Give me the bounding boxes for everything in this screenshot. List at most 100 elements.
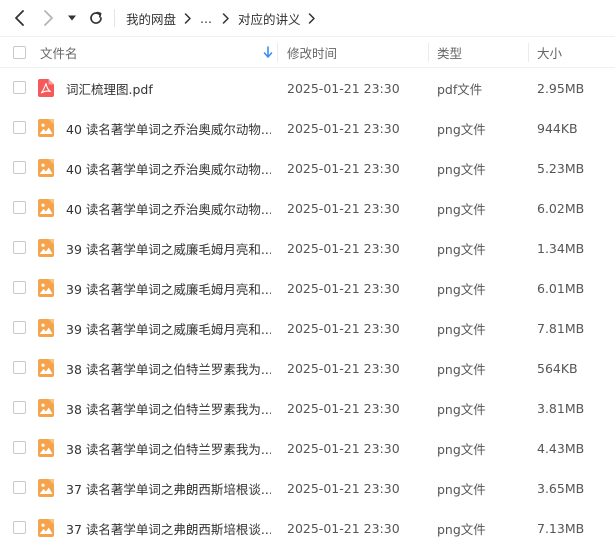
column-divider[interactable] — [428, 43, 429, 62]
row-checkbox[interactable] — [13, 521, 26, 534]
image-file-icon — [38, 319, 54, 337]
file-size: 564KB — [537, 360, 578, 376]
file-size: 1.34MB — [537, 240, 585, 256]
sort-arrow-icon[interactable] — [263, 46, 273, 59]
file-size: 7.81MB — [537, 320, 585, 336]
column-header-type[interactable]: 类型 — [437, 37, 527, 68]
column-header-size[interactable]: 大小 — [537, 37, 607, 68]
file-row[interactable]: 38 读名著学单词之伯特兰罗素我为... 2025-01-21 23:30 pn… — [0, 388, 615, 428]
row-checkbox[interactable] — [13, 161, 26, 174]
file-row[interactable]: 37 读名著学单词之弗朗西斯培根谈... 2025-01-21 23:30 pn… — [0, 508, 615, 546]
row-checkbox[interactable] — [13, 281, 26, 294]
history-dropdown-button[interactable] — [62, 6, 82, 30]
row-checkbox[interactable] — [13, 81, 26, 94]
file-modified-time: 2025-01-21 23:30 — [287, 360, 400, 376]
file-type: png文件 — [437, 481, 486, 497]
file-name[interactable]: 38 读名著学单词之伯特兰罗素我为... — [66, 428, 271, 468]
file-type: png文件 — [437, 121, 486, 137]
chevron-right-icon — [184, 12, 192, 24]
row-checkbox[interactable] — [13, 401, 26, 414]
file-list-header: 文件名 修改时间 类型 大小 — [0, 36, 615, 68]
file-row[interactable]: 37 读名著学单词之弗朗西斯培根谈... 2025-01-21 23:30 pn… — [0, 468, 615, 508]
file-size: 6.01MB — [537, 280, 585, 296]
row-checkbox[interactable] — [13, 321, 26, 334]
file-name[interactable]: 37 读名著学单词之弗朗西斯培根谈... — [66, 508, 271, 546]
file-row[interactable]: 40 读名著学单词之乔治奥威尔动物... 2025-01-21 23:30 pn… — [0, 108, 615, 148]
file-row[interactable]: 39 读名著学单词之威廉毛姆月亮和... 2025-01-21 23:30 pn… — [0, 228, 615, 268]
file-name[interactable]: 39 读名著学单词之威廉毛姆月亮和... — [66, 228, 271, 268]
file-name[interactable]: 38 读名著学单词之伯特兰罗素我为... — [66, 348, 271, 388]
forward-button[interactable] — [36, 6, 60, 30]
file-type: png文件 — [437, 401, 486, 417]
file-name[interactable]: 38 读名著学单词之伯特兰罗素我为... — [66, 388, 271, 428]
file-type: png文件 — [437, 321, 486, 337]
file-type: pdf文件 — [437, 81, 483, 97]
pdf-file-icon — [38, 79, 54, 97]
file-name[interactable]: 词汇梳理图.pdf — [66, 68, 271, 108]
nav-divider — [114, 9, 115, 27]
breadcrumb: 我的网盘 ... 对应的讲义 — [126, 0, 324, 36]
file-size: 4.43MB — [537, 440, 585, 456]
file-modified-time: 2025-01-21 23:30 — [287, 440, 400, 456]
column-header-size-label: 大小 — [537, 46, 563, 61]
image-file-icon — [38, 239, 54, 257]
file-name[interactable]: 40 读名著学单词之乔治奥威尔动物... — [66, 108, 271, 148]
image-file-icon — [38, 119, 54, 137]
file-modified-time: 2025-01-21 23:30 — [287, 80, 400, 96]
file-name[interactable]: 39 读名著学单词之威廉毛姆月亮和... — [66, 308, 271, 348]
image-file-icon — [38, 159, 54, 177]
image-file-icon — [38, 479, 54, 497]
image-file-icon — [38, 279, 54, 297]
column-header-modified[interactable]: 修改时间 — [287, 37, 427, 68]
row-checkbox[interactable] — [13, 481, 26, 494]
row-checkbox[interactable] — [13, 201, 26, 214]
file-name[interactable]: 40 读名著学单词之乔治奥威尔动物... — [66, 148, 271, 188]
file-size: 3.65MB — [537, 480, 585, 496]
row-checkbox[interactable] — [13, 361, 26, 374]
file-modified-time: 2025-01-21 23:30 — [287, 240, 400, 256]
breadcrumb-item-current[interactable]: 对应的讲义 — [238, 9, 301, 28]
image-file-icon — [38, 199, 54, 217]
file-row[interactable]: 39 读名著学单词之威廉毛姆月亮和... 2025-01-21 23:30 pn… — [0, 308, 615, 348]
file-size: 3.81MB — [537, 400, 585, 416]
file-modified-time: 2025-01-21 23:30 — [287, 320, 400, 336]
breadcrumb-item-root[interactable]: 我的网盘 — [126, 9, 176, 28]
file-size: 5.23MB — [537, 160, 585, 176]
file-modified-time: 2025-01-21 23:30 — [287, 280, 400, 296]
select-all-checkbox[interactable] — [13, 46, 26, 59]
file-size: 7.13MB — [537, 520, 585, 536]
row-checkbox[interactable] — [13, 441, 26, 454]
image-file-icon — [38, 399, 54, 417]
file-row[interactable]: 38 读名著学单词之伯特兰罗素我为... 2025-01-21 23:30 pn… — [0, 428, 615, 468]
column-divider[interactable] — [528, 43, 529, 62]
row-checkbox[interactable] — [13, 121, 26, 134]
file-name[interactable]: 40 读名著学单词之乔治奥威尔动物... — [66, 188, 271, 228]
caret-down-icon — [68, 15, 76, 21]
refresh-button[interactable] — [84, 6, 108, 30]
file-row[interactable]: 38 读名著学单词之伯特兰罗素我为... 2025-01-21 23:30 pn… — [0, 348, 615, 388]
breadcrumb-item-ellipsis[interactable]: ... — [200, 11, 212, 26]
back-button[interactable] — [8, 6, 32, 30]
refresh-icon — [90, 11, 102, 24]
image-file-icon — [38, 519, 54, 537]
file-size: 2.95MB — [537, 80, 585, 96]
file-modified-time: 2025-01-21 23:30 — [287, 120, 400, 136]
file-name[interactable]: 37 读名著学单词之弗朗西斯培根谈... — [66, 468, 271, 508]
column-header-name[interactable]: 文件名 — [40, 37, 275, 68]
file-modified-time: 2025-01-21 23:30 — [287, 520, 400, 536]
file-modified-time: 2025-01-21 23:30 — [287, 480, 400, 496]
file-row[interactable]: 40 读名著学单词之乔治奥威尔动物... 2025-01-21 23:30 pn… — [0, 188, 615, 228]
file-type: png文件 — [437, 441, 486, 457]
file-row[interactable]: 词汇梳理图.pdf 2025-01-21 23:30 pdf文件 2.95MB — [0, 68, 615, 108]
file-name[interactable]: 39 读名著学单词之威廉毛姆月亮和... — [66, 268, 271, 308]
column-header-modified-label: 修改时间 — [287, 46, 338, 61]
file-type: png文件 — [437, 201, 486, 217]
file-size: 944KB — [537, 120, 578, 136]
row-checkbox[interactable] — [13, 241, 26, 254]
file-type: png文件 — [437, 521, 486, 537]
file-row[interactable]: 40 读名著学单词之乔治奥威尔动物... 2025-01-21 23:30 pn… — [0, 148, 615, 188]
file-row[interactable]: 39 读名著学单词之威廉毛姆月亮和... 2025-01-21 23:30 pn… — [0, 268, 615, 308]
file-type: png文件 — [437, 361, 486, 377]
column-divider[interactable] — [277, 43, 278, 62]
file-modified-time: 2025-01-21 23:30 — [287, 160, 400, 176]
